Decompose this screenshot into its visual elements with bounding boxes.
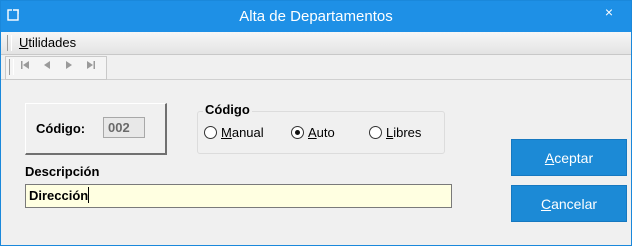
last-icon — [87, 61, 95, 69]
menu-bar: Utilidades — [1, 32, 631, 55]
cancel-button[interactable]: Cancelar — [511, 185, 627, 222]
prev-record-button[interactable] — [38, 60, 56, 76]
menu-label: tilidades — [28, 35, 77, 50]
toolbar — [1, 55, 631, 80]
last-record-button[interactable] — [82, 60, 100, 76]
window-title: Alta de Departamentos — [239, 8, 393, 25]
description-value: Dirección — [29, 188, 89, 203]
first-icon — [21, 61, 29, 69]
text-caret — [88, 187, 90, 203]
radio-auto-label: Auto — [308, 125, 335, 140]
dialog-window: Alta de Departamentos × Utilidades Códig… — [0, 0, 632, 246]
toolbar-grip[interactable] — [9, 59, 14, 75]
menu-accel: U — [19, 35, 29, 50]
first-record-button[interactable] — [16, 60, 34, 76]
radio-libres-label: Libres — [386, 125, 422, 140]
description-input[interactable]: Dirección — [25, 184, 452, 208]
next-record-button[interactable] — [60, 60, 78, 76]
prev-icon — [44, 61, 50, 69]
description-label: Descripción — [25, 164, 100, 179]
code-label: Código: — [36, 121, 86, 136]
navigation-group — [5, 56, 107, 80]
radio-manual-indicator[interactable] — [204, 126, 217, 139]
code-mode-title: Código — [203, 102, 252, 117]
menu-item-utilidades[interactable]: Utilidades — [19, 35, 76, 50]
next-icon — [66, 61, 72, 69]
radio-libres-indicator[interactable] — [369, 126, 382, 139]
radio-auto-indicator[interactable] — [291, 126, 304, 139]
close-icon[interactable]: × — [605, 4, 613, 20]
accept-button[interactable]: Aceptar — [511, 139, 627, 176]
title-bar[interactable]: Alta de Departamentos × — [1, 1, 631, 32]
code-field: 002 — [103, 117, 145, 138]
menubar-grip[interactable] — [7, 35, 12, 51]
radio-manual-label: Manual — [221, 125, 264, 140]
code-panel: Código: 002 — [25, 103, 167, 155]
